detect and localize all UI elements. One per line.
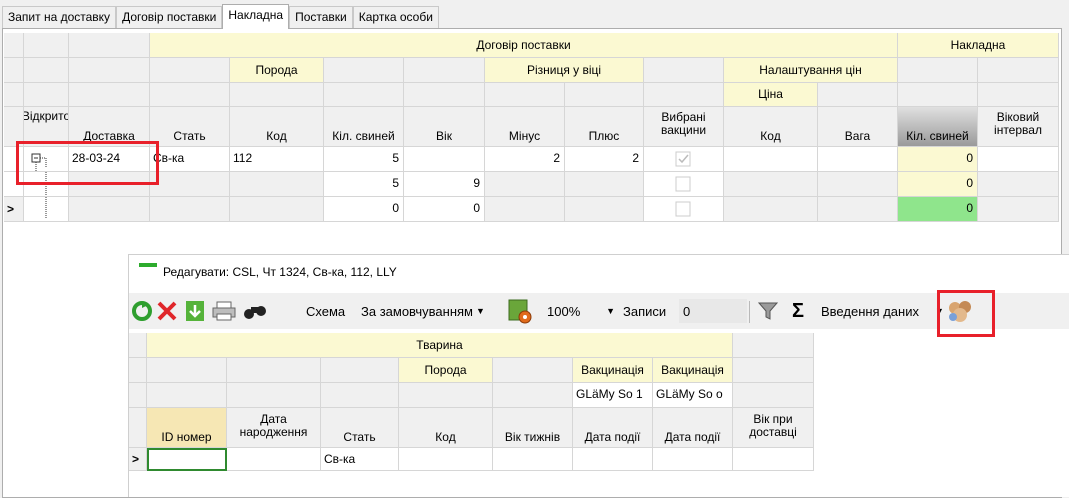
- subheader-vaccination-2: Вакцинація: [653, 358, 733, 383]
- col-header-price-code[interactable]: Код: [724, 107, 818, 147]
- subheader-age-difference: Різниця у віці: [485, 58, 644, 83]
- col-header-vaccines[interactable]: Вибрані вакцини: [644, 107, 724, 147]
- print-icon[interactable]: [211, 299, 237, 323]
- cell-weight[interactable]: [818, 147, 898, 172]
- highlight-box-animals-icon: [937, 290, 995, 337]
- cell-invoice-count[interactable]: 0: [898, 172, 978, 197]
- vaccine-checkbox[interactable]: [644, 147, 724, 172]
- col-header-age-at-delivery[interactable]: Вік при доставці: [733, 408, 814, 448]
- cell-invoice-count-selected[interactable]: 0: [898, 197, 978, 222]
- cell-plus[interactable]: 2: [565, 147, 644, 172]
- tab-supply-contract[interactable]: Договір поставки: [116, 6, 223, 28]
- col-header-event-date-1[interactable]: Дата події: [573, 408, 653, 448]
- col-header-code[interactable]: Код: [399, 408, 493, 448]
- row-header-corner: [129, 408, 147, 448]
- tab-strip: Запит на доставку Договір поставки Накла…: [2, 4, 439, 29]
- event-date-2-input[interactable]: [653, 448, 733, 471]
- records-count-field: 0: [679, 299, 747, 323]
- age-at-delivery-input[interactable]: [733, 448, 814, 471]
- tab-deliveries[interactable]: Поставки: [289, 6, 353, 28]
- vaccine-checkbox[interactable]: [644, 172, 724, 197]
- sex-input[interactable]: Св-ка: [321, 448, 399, 471]
- highlight-box-open-delivery: [16, 141, 159, 185]
- cell-age[interactable]: [404, 147, 485, 172]
- vaccine-checkbox[interactable]: [644, 197, 724, 222]
- records-label: Записи: [623, 303, 667, 319]
- col-header-invoice-count[interactable]: Кіл. свиней: [898, 107, 978, 147]
- cell-price-code[interactable]: [724, 147, 818, 172]
- current-row-marker[interactable]: >: [4, 197, 24, 222]
- edit-dialog: Редагувати: CSL, Чт 1324, Св-ка, 112, LL…: [128, 254, 1069, 497]
- subheader-price-settings: Налаштування цін: [724, 58, 898, 83]
- dialog-title: Редагувати: CSL, Чт 1324, Св-ка, 112, LL…: [139, 263, 397, 279]
- schema-dropdown[interactable]: За замовчуванням ▼: [355, 299, 505, 323]
- id-number-input[interactable]: [147, 448, 227, 471]
- birth-date-input[interactable]: [227, 448, 321, 471]
- vaccine-name-2[interactable]: GLäMy So o: [653, 383, 733, 408]
- col-header-age[interactable]: Вік: [404, 107, 485, 147]
- col-header-sex[interactable]: Стать: [150, 107, 230, 147]
- group-header-animal: Тварина: [147, 333, 733, 358]
- cell-invoice-count[interactable]: 0: [898, 147, 978, 172]
- col-header-weight[interactable]: Вага: [818, 107, 898, 147]
- cell-age-interval[interactable]: [978, 147, 1059, 172]
- col-header-plus[interactable]: Плюс: [565, 107, 644, 147]
- chevron-down-icon: ▼: [606, 306, 615, 316]
- code-input[interactable]: [399, 448, 493, 471]
- delete-icon[interactable]: [155, 299, 179, 323]
- group-header-invoice: Накладна: [898, 33, 1059, 58]
- sum-icon[interactable]: Σ: [792, 299, 804, 323]
- tab-delivery-request[interactable]: Запит на доставку: [2, 6, 117, 28]
- col-header-event-date-2[interactable]: Дата події: [653, 408, 733, 448]
- col-header-pig-count[interactable]: Кіл. свиней: [324, 107, 404, 147]
- refresh-icon[interactable]: [131, 299, 153, 323]
- dialog-toolbar: Схема За замовчуванням ▼ 100% ▼ Записи 0 Σ…: [129, 293, 1069, 329]
- col-header-code[interactable]: Код: [230, 107, 324, 147]
- tab-person-card[interactable]: Картка особи: [352, 6, 439, 28]
- cell-sex[interactable]: Св-ка: [150, 147, 230, 172]
- schema-label: Схема: [306, 303, 346, 319]
- filter-icon[interactable]: [757, 299, 779, 323]
- cell-minus[interactable]: 2: [485, 147, 565, 172]
- cell-age[interactable]: 0: [404, 197, 485, 222]
- col-header-sex[interactable]: Стать: [321, 408, 399, 448]
- vaccine-name-1[interactable]: GLäMy So 1: [573, 383, 653, 408]
- col-header-id[interactable]: ID номер: [147, 408, 227, 448]
- cell-age[interactable]: 9: [404, 172, 485, 197]
- data-entry-label[interactable]: Введення даних: [821, 299, 919, 323]
- event-date-1-input[interactable]: [573, 448, 653, 471]
- chevron-down-icon: ▼: [475, 306, 485, 316]
- cell-code[interactable]: 112: [230, 147, 324, 172]
- subheader-breed: Порода: [230, 58, 324, 83]
- cell-pig-count[interactable]: 5: [324, 147, 404, 172]
- subheader-vaccination-1: Вакцинація: [573, 358, 653, 383]
- col-header-minus[interactable]: Мінус: [485, 107, 565, 147]
- tab-invoice[interactable]: Накладна: [222, 4, 290, 29]
- cell-pig-count[interactable]: 5: [324, 172, 404, 197]
- subheader-breed: Порода: [399, 358, 493, 383]
- group-header-contract: Договір поставки: [150, 33, 898, 58]
- col-header-birth-date[interactable]: Дата народження: [227, 408, 321, 448]
- save-download-icon[interactable]: [183, 299, 207, 323]
- tree-line: [24, 197, 69, 222]
- col-header-age-weeks[interactable]: Вік тижнів: [493, 408, 573, 448]
- schema-settings-icon[interactable]: [507, 299, 533, 324]
- subheader-price: Ціна: [724, 83, 818, 107]
- age-weeks-input[interactable]: [493, 448, 573, 471]
- current-row-marker[interactable]: >: [129, 448, 147, 471]
- binoculars-icon[interactable]: [242, 299, 268, 323]
- col-header-age-interval[interactable]: Віковий інтервал: [978, 107, 1059, 147]
- cell-pig-count[interactable]: 0: [324, 197, 404, 222]
- zoom-dropdown[interactable]: 100% ▼: [543, 299, 615, 323]
